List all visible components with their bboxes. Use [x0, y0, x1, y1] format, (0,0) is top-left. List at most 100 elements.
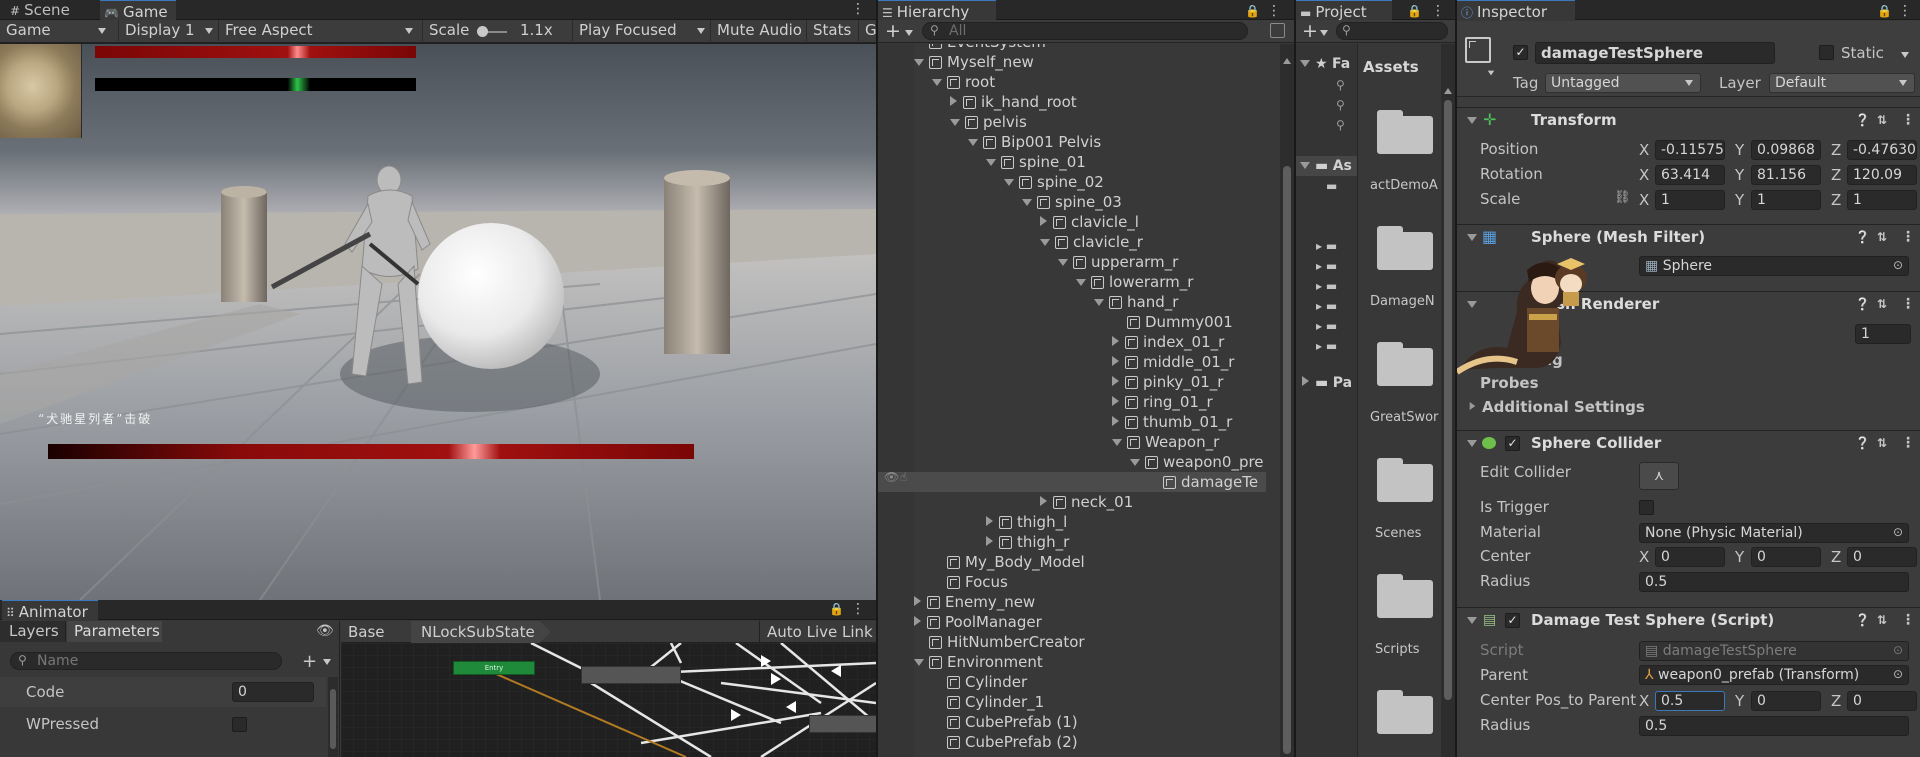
collider-center-z-input[interactable]: 0 [1847, 547, 1917, 567]
folder-item[interactable]: Scenes [1359, 456, 1441, 576]
object-picker-icon[interactable]: ⊙ [1893, 667, 1903, 681]
tab-inspector[interactable]: ⓘ Inspector [1457, 0, 1575, 21]
active-checkbox[interactable]: ✓ [1513, 45, 1528, 60]
preset-icon[interactable]: ⇅ [1877, 108, 1887, 132]
help-icon[interactable]: ❔ [1855, 225, 1870, 249]
folder-item[interactable]: Scripts [1359, 572, 1441, 692]
object-name-input[interactable]: damageTestSphere [1535, 42, 1775, 64]
center-pos-z-input[interactable]: 0 [1847, 691, 1917, 711]
eye-toggle-icon[interactable]: 👁 [884, 470, 899, 484]
animator-menu-icon[interactable]: ⋮ [850, 600, 866, 618]
hierarchy-row[interactable]: Cylinder [878, 672, 1266, 692]
hierarchy-row[interactable]: Bip001 Pelvis [878, 132, 1266, 152]
tab-project[interactable]: ▬ Project [1296, 0, 1392, 21]
game-mode-dropdown[interactable]: Game [0, 20, 112, 41]
hierarchy-row[interactable]: HitNumberCreator [878, 632, 1266, 652]
game-viewport[interactable]: “犬驰星列者”击破 [0, 44, 876, 600]
rotation-x-input[interactable]: 63.414 [1655, 165, 1725, 185]
mesh-filter-header[interactable]: ▦ Sphere (Mesh Filter) ❔ ⇅ ⋮ [1457, 224, 1920, 248]
scroll-up-icon[interactable] [1283, 58, 1291, 64]
scale-x-input[interactable]: 1 [1655, 190, 1725, 210]
collapse-icon[interactable] [1076, 279, 1086, 286]
scroll-thumb[interactable] [1283, 166, 1291, 754]
scale-y-input[interactable]: 1 [1751, 190, 1821, 210]
parent-field[interactable]: ⅄ weapon0_prefab (Transform) [1639, 665, 1909, 685]
preset-icon[interactable]: ⇅ [1877, 292, 1887, 316]
display-dropdown[interactable]: Display 1 [118, 20, 218, 41]
collapse-icon[interactable] [1022, 199, 1032, 206]
tag-dropdown[interactable]: Untagged [1545, 73, 1701, 93]
position-y-input[interactable]: 0.09868 [1751, 140, 1821, 160]
hierarchy-row[interactable]: ring_01_r [878, 392, 1266, 412]
lock-icon[interactable]: 🔒 [829, 600, 844, 618]
create-asset-button[interactable]: + [1302, 20, 1318, 42]
hierarchy-row[interactable]: hand_r [878, 292, 1266, 312]
center-pos-y-input[interactable]: 0 [1751, 691, 1821, 711]
script-enabled-checkbox[interactable]: ✓ [1505, 613, 1520, 628]
tab-game[interactable]: 🎮 Game [100, 0, 176, 21]
pick-toggle-icon[interactable]: ☝ [900, 470, 907, 484]
hierarchy-row[interactable]: PoolManager [878, 612, 1266, 632]
gizmos-button[interactable]: Gi [858, 20, 876, 41]
hierarchy-row[interactable]: CubePrefab (1) [878, 712, 1266, 732]
expand-icon[interactable] [1467, 440, 1477, 447]
folder-row[interactable]: ▸ ▬ [1316, 259, 1337, 273]
breadcrumb-nlock[interactable]: NLockSubState [411, 621, 551, 643]
play-focused-dropdown[interactable]: Play Focused [572, 20, 710, 41]
hierarchy-row[interactable]: pinky_01_r [878, 372, 1266, 392]
collapse-icon[interactable] [1112, 439, 1122, 446]
lock-icon[interactable]: 🔒 [1407, 2, 1422, 20]
inspector-menu-icon[interactable]: ⋮ [1897, 2, 1913, 20]
hierarchy-scrollbar[interactable] [1280, 44, 1294, 757]
hierarchy-row[interactable]: lowerarm_r [878, 272, 1266, 292]
param-checkbox[interactable] [232, 717, 247, 732]
static-checkbox[interactable] [1819, 45, 1834, 60]
collider-center-x-input[interactable]: 0 [1655, 547, 1725, 567]
hierarchy-row[interactable]: Focus [878, 572, 1266, 592]
collapse-icon[interactable] [968, 139, 978, 146]
hierarchy-row[interactable]: spine_03 [878, 192, 1266, 212]
component-menu-icon[interactable]: ⋮ [1901, 225, 1915, 249]
assets-scrollbar[interactable] [1441, 44, 1455, 757]
script-radius-input[interactable]: 0.5 [1639, 716, 1909, 736]
hierarchy-row[interactable]: Enemy_new [878, 592, 1266, 612]
materials-size-input[interactable]: 1 [1855, 324, 1911, 344]
expand-icon[interactable] [950, 96, 957, 106]
material-field[interactable]: None (Physic Material) [1639, 523, 1909, 543]
script-header[interactable]: ▤ ✓ Damage Test Sphere (Script) ❔ ⇅ ⋮ [1457, 607, 1920, 631]
hierarchy-row[interactable]: Dummy001 [878, 312, 1266, 332]
folder-row[interactable]: ▸ ▬ [1316, 279, 1337, 293]
collapse-icon[interactable] [914, 659, 924, 666]
hierarchy-row[interactable]: thigh_l [878, 512, 1266, 532]
constrain-proportions-icon[interactable]: ⛓ [1614, 190, 1631, 205]
transform-header[interactable]: ✛ Transform ❔ ⇅ ⋮ [1457, 107, 1920, 131]
preset-icon[interactable]: ⇅ [1877, 431, 1887, 455]
state-entry[interactable]: Entry [453, 661, 535, 675]
sphere-collider-header[interactable]: ✓ Sphere Collider ❔ ⇅ ⋮ [1457, 430, 1920, 454]
folder-row[interactable]: ▸ ▬ [1316, 239, 1337, 253]
scale-z-input[interactable]: 1 [1847, 190, 1917, 210]
folder-item[interactable]: DamageN [1359, 224, 1441, 344]
scale-slider-thumb[interactable] [477, 26, 488, 37]
component-menu-icon[interactable]: ⋮ [1901, 108, 1915, 132]
help-icon[interactable]: ❔ [1855, 108, 1870, 132]
hierarchy-row[interactable]: upperarm_r [878, 252, 1266, 272]
gameobject-icon[interactable] [1465, 37, 1495, 67]
collapse-icon[interactable] [932, 79, 942, 86]
scroll-up-icon[interactable] [1444, 88, 1452, 94]
expand-icon[interactable] [1467, 117, 1477, 124]
param-value-input[interactable]: 0 [232, 682, 314, 702]
folder-item[interactable] [1359, 688, 1441, 757]
component-menu-icon[interactable]: ⋮ [1901, 608, 1915, 632]
rotation-z-input[interactable]: 120.09 [1847, 165, 1917, 185]
hierarchy-row[interactable]: Weapon_r [878, 432, 1266, 452]
hierarchy-row[interactable]: Cylinder_1 [878, 692, 1266, 712]
rotation-y-input[interactable]: 81.156 [1751, 165, 1821, 185]
edit-collider-button[interactable]: ⋏ [1639, 462, 1679, 490]
collapse-icon[interactable] [950, 119, 960, 126]
collider-enabled-checkbox[interactable]: ✓ [1505, 436, 1520, 451]
project-search-input[interactable] [1336, 22, 1448, 40]
state-node[interactable] [581, 666, 681, 684]
preset-icon[interactable]: ⇅ [1877, 225, 1887, 249]
radius-input[interactable]: 0.5 [1639, 572, 1909, 592]
